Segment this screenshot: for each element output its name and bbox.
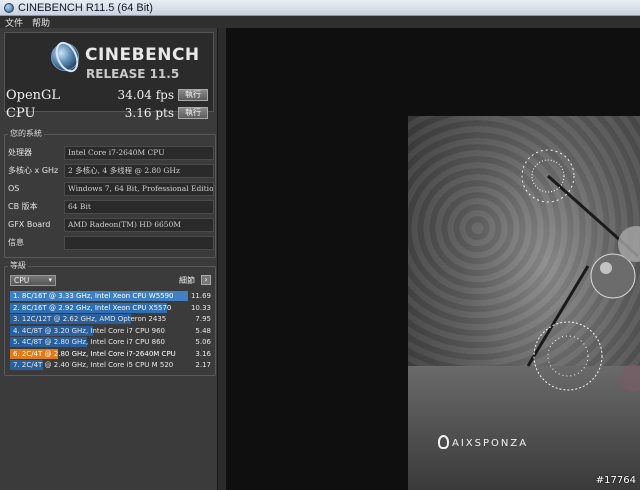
logo-release: RELEASE 11.5 — [86, 67, 180, 81]
aixsponza-logo-icon — [438, 435, 449, 449]
chrome-highlight — [600, 262, 612, 274]
cinebench-app-icon — [4, 2, 14, 13]
cpu-label: CPU — [6, 105, 36, 121]
chevron-down-icon: ▾ — [48, 276, 52, 284]
ranking-row[interactable]: 3. 12C/12T @ 2.62 GHz, AMD Opteron 2435 7… — [10, 314, 213, 324]
info-row-cb-version: CB 版本 64 Bit — [8, 199, 214, 214]
ranking-row-label: 3. 12C/12T @ 2.62 GHz, AMD Opteron 2435 — [13, 315, 167, 323]
tinted-ball — [619, 364, 640, 392]
ranking-filter-select[interactable]: CPU ▾ — [10, 275, 56, 286]
info-row-os: OS Windows 7, 64 Bit, Professional Editi… — [8, 181, 214, 196]
window-title: CINEBENCH R11.5 (64 Bit) — [18, 1, 153, 14]
ranking-row-label: 1. 8C/16T @ 3.33 GHz, Intel Xeon CPU W55… — [13, 292, 174, 300]
ranking-filter-value: CPU — [14, 276, 30, 285]
ranking-row-label: 7. 2C/4T @ 2.40 GHz, Intel Core i5 CPU M… — [13, 361, 174, 369]
ranking-row-label: 4. 4C/8T @ 3.20 GHz, Intel Core i7 CPU 9… — [13, 326, 165, 335]
info-value: Windows 7, 64 Bit, Professional Edition … — [64, 181, 214, 196]
sparkle-sphere-large-inner — [547, 335, 589, 377]
info-row-processor: 处理器 Intel Core i7-2640M CPU — [8, 145, 214, 160]
cpu-value: 3.16 pts — [124, 106, 174, 120]
info-row-notes: 信息 — [8, 235, 214, 250]
info-value: Intel Core i7-2640M CPU — [64, 145, 214, 160]
ranking-row[interactable]: 6. 2C/4T @ 2.80 GHz, Intel Core i7-2640M… — [10, 348, 213, 359]
ranking-row-score: 2.17 — [195, 361, 211, 369]
details-toggle-button[interactable]: › — [201, 275, 211, 285]
info-value: 2 多核心, 4 多线程 @ 2.80 GHz — [64, 163, 214, 178]
details-label: 細節 — [179, 276, 195, 285]
system-info-section: 您的系統 处理器 Intel Core i7-2640M CPU 多核心 x G… — [4, 128, 216, 258]
render-objects — [521, 149, 640, 392]
ranking-row-label: 5. 4C/8T @ 2.80 GHz, Intel Core i7 CPU 8… — [13, 338, 165, 346]
ranking-row-score: 7.95 — [195, 315, 211, 323]
info-label: CB 版本 — [8, 202, 38, 211]
panel-scrollbar[interactable] — [218, 28, 226, 490]
ranking-title: 等級 — [8, 260, 28, 271]
system-info-title: 您的系統 — [8, 128, 44, 139]
ranking-row[interactable]: 1. 8C/16T @ 3.33 GHz, Intel Xeon CPU W55… — [10, 291, 213, 301]
render-brand: AIXSPONZA — [452, 438, 529, 449]
cpu-run-button[interactable]: 執行 — [178, 107, 208, 119]
render-viewport: AIXSPONZA #17764 — [226, 28, 640, 490]
title-bar: CINEBENCH R11.5 (64 Bit) — [0, 0, 640, 16]
opengl-run-button[interactable]: 執行 — [178, 89, 208, 101]
ranking-row-score: 10.33 — [190, 303, 211, 312]
info-value: AMD Radeon(TM) HD 6650M — [64, 217, 214, 232]
notes-field[interactable] — [64, 235, 214, 250]
render-image: AIXSPONZA — [408, 116, 640, 490]
info-label: 信息 — [8, 238, 24, 247]
info-label: 多核心 x GHz — [8, 166, 59, 175]
menu-help[interactable]: 帮助 — [32, 16, 50, 29]
cpu-score-row: CPU 3.16 pts 執行 — [6, 105, 214, 121]
sparkle-sphere-large — [533, 321, 603, 391]
chrome-ball — [590, 253, 636, 299]
ranking-row[interactable]: 5. 4C/8T @ 2.80 GHz, Intel Core i7 CPU 8… — [10, 337, 213, 347]
opengl-score-row: OpenGL 34.04 fps 執行 — [6, 87, 214, 103]
info-label: 处理器 — [8, 148, 32, 157]
info-row-cores: 多核心 x GHz 2 多核心, 4 多线程 @ 2.80 GHz — [8, 163, 214, 178]
left-panel: CINEBENCH RELEASE 11.5 OpenGL 34.04 fps … — [0, 28, 218, 490]
menu-file[interactable]: 文件 — [5, 16, 23, 29]
info-value: 64 Bit — [64, 199, 214, 214]
ranking-row-label: 2. 8C/16T @ 2.92 GHz, Intel Xeon CPU X55… — [13, 303, 172, 312]
ranking-row-score: 11.69 — [190, 292, 211, 300]
info-label: OS — [8, 184, 20, 193]
ranking-row[interactable]: 7. 2C/4T @ 2.40 GHz, Intel Core i5 CPU M… — [10, 360, 213, 370]
render-rod — [526, 265, 590, 367]
logo-name: CINEBENCH — [85, 45, 200, 65]
ranking-row[interactable]: 2. 8C/16T @ 2.92 GHz, Intel Xeon CPU X55… — [10, 302, 213, 313]
ranking-row[interactable]: 4. 4C/8T @ 3.20 GHz, Intel Core i7 CPU 9… — [10, 325, 213, 336]
ranking-row-score: 3.16 — [195, 349, 211, 358]
opengl-label: OpenGL — [6, 87, 61, 103]
ranking-row-score: 5.48 — [195, 326, 211, 335]
ranking-row-score: 5.06 — [195, 338, 211, 346]
menu-bar: 文件 帮助 — [0, 16, 640, 29]
ranking-section: 等級 CPU ▾ 細節 › 1. 8C/16T @ 3.33 GHz, Inte… — [4, 260, 216, 376]
watermark: #17764 — [595, 475, 636, 486]
info-row-gfx: GFX Board AMD Radeon(TM) HD 6650M — [8, 217, 214, 232]
opengl-value: 34.04 fps — [117, 88, 174, 102]
info-label: GFX Board — [8, 220, 51, 229]
ranking-row-label: 6. 2C/4T @ 2.80 GHz, Intel Core i7-2640M… — [13, 349, 176, 358]
